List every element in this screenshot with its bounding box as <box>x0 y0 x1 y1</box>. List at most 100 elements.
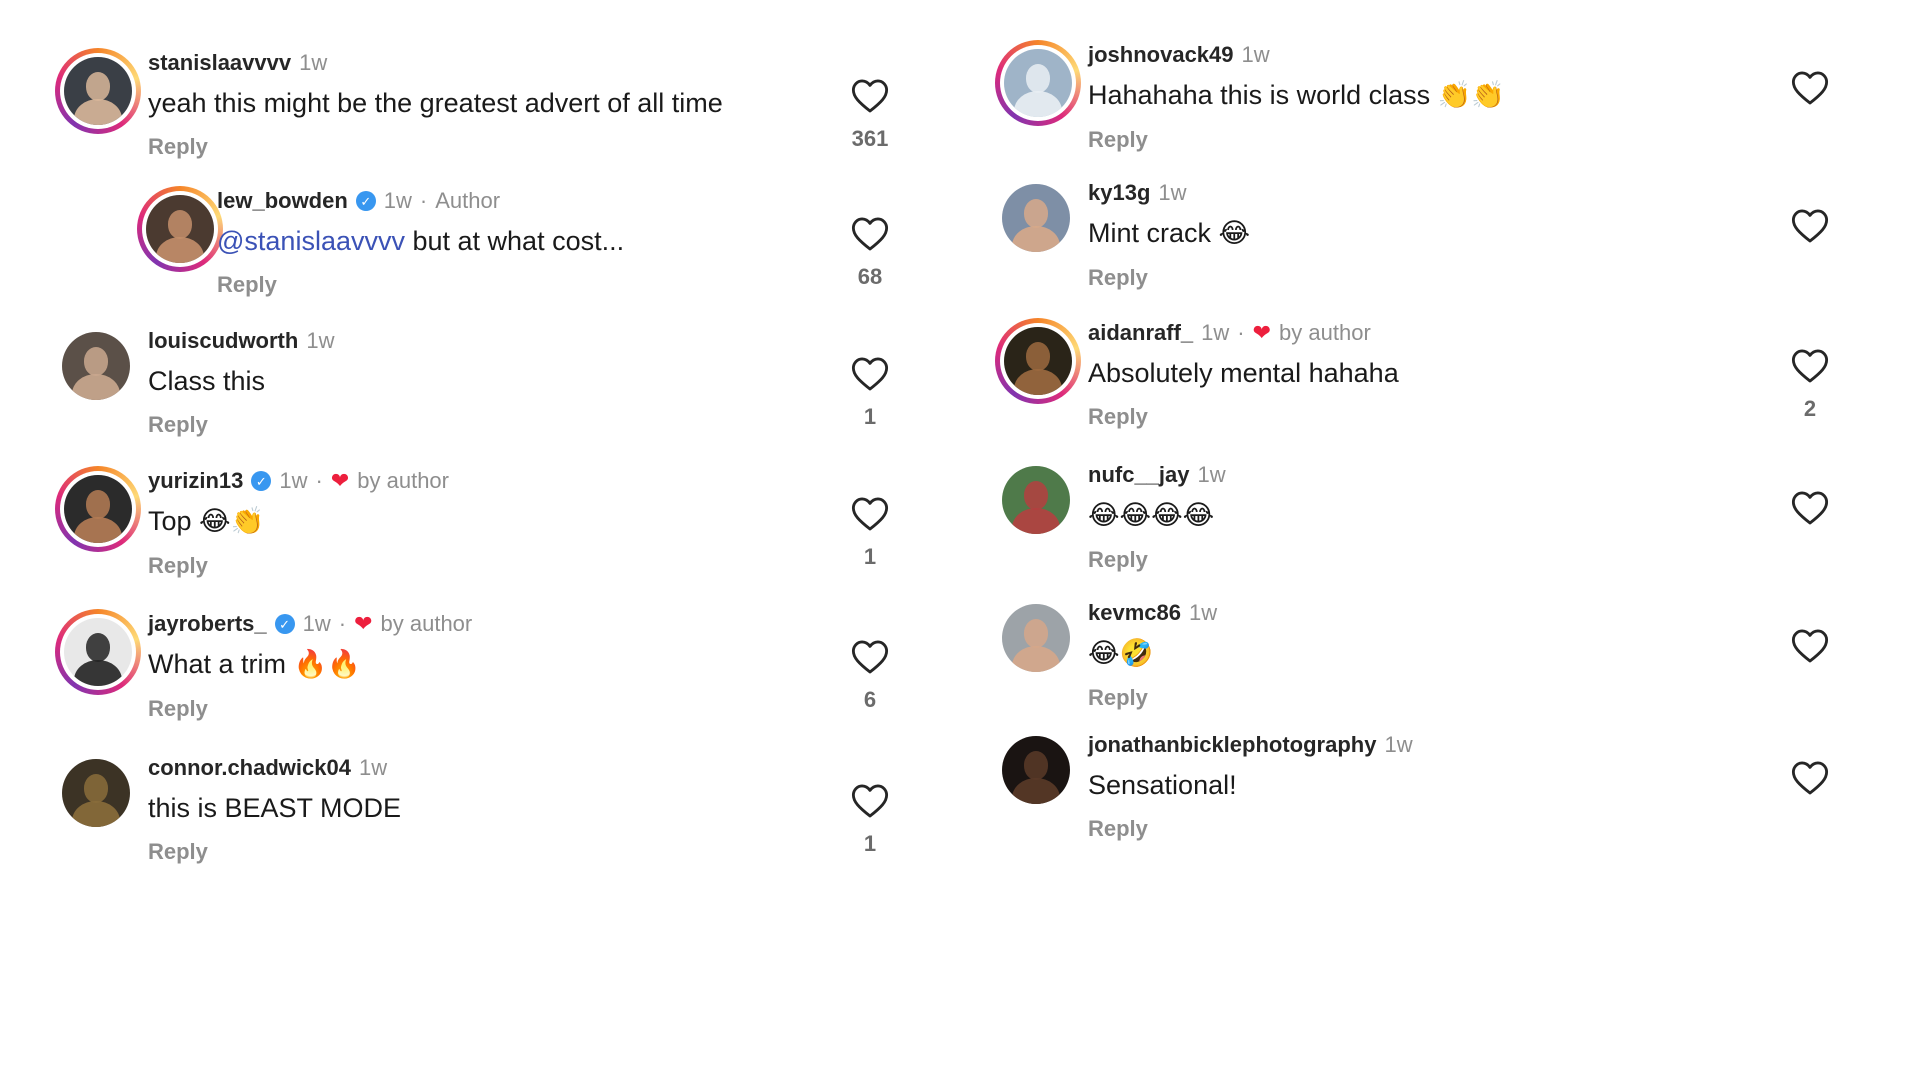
like-count: 68 <box>857 264 883 289</box>
reply-button[interactable]: Reply <box>1088 685 1148 711</box>
comment-meta: ky13g 1w <box>1088 178 1720 208</box>
avatar-ring[interactable] <box>60 757 132 829</box>
comment-text: What a trim 🔥🔥 <box>148 645 780 684</box>
avatar-face-shape <box>83 773 109 803</box>
heart-outline-icon[interactable] <box>851 496 889 532</box>
username-link[interactable]: jayroberts_ <box>148 609 267 639</box>
reply-button[interactable]: Reply <box>217 272 277 298</box>
avatar-ring[interactable] <box>1000 602 1072 674</box>
separator-dot: · <box>1237 320 1245 345</box>
username-link[interactable]: joshnovack49 <box>1088 40 1234 70</box>
comment-text: this is BEAST MODE <box>148 789 780 827</box>
avatar-ring[interactable] <box>60 330 132 402</box>
like-count: 361 <box>851 126 889 151</box>
heart-outline-icon[interactable] <box>1791 760 1829 796</box>
like-count: 1 <box>863 404 877 429</box>
avatar[interactable] <box>1002 604 1070 672</box>
reply-button[interactable]: Reply <box>148 839 208 865</box>
avatar-ring[interactable] <box>995 318 1081 404</box>
comment-content: louiscudworth 1w Class this Reply <box>148 326 780 438</box>
reply-button[interactable]: Reply <box>148 553 208 579</box>
mention-link[interactable]: @stanislaavvvv <box>217 226 405 256</box>
comment-item: ky13g 1w Mint crack 😂 Reply <box>940 178 1880 318</box>
avatar-ring[interactable] <box>55 609 141 695</box>
comment-text: Top 😂👏 <box>148 502 780 541</box>
comment-body: Hahahaha this is world class <box>1088 80 1438 110</box>
avatar[interactable] <box>64 618 132 686</box>
avatar-body-shape <box>73 99 123 125</box>
avatar[interactable] <box>1004 327 1072 395</box>
emoji-reaction: 😂🤣 <box>1088 638 1154 669</box>
comment-timestamp: 1w <box>279 468 308 493</box>
comment-timestamp: 1w <box>1158 180 1187 205</box>
comment-timestamp: 1w <box>1384 732 1413 757</box>
heart-outline-icon[interactable] <box>851 639 889 675</box>
comment-item: jayroberts_ ✓ 1w · ❤ by author What a trim 🔥🔥 R… <box>0 609 940 749</box>
comment-item: connor.chadwick04 1w this is BEAST MODE Rep… <box>0 753 940 893</box>
reply-button[interactable]: Reply <box>148 134 208 160</box>
username-link[interactable]: aidanraff_ <box>1088 318 1193 348</box>
comment-item: kevmc86 1w 😂🤣 Reply <box>940 598 1880 738</box>
heart-outline-icon[interactable] <box>1791 490 1829 526</box>
avatar-body-shape <box>73 660 123 686</box>
username-link[interactable]: louiscudworth <box>148 326 298 356</box>
username-link[interactable]: connor.chadwick04 <box>148 753 351 783</box>
username-link[interactable]: nufc__jay <box>1088 460 1190 490</box>
like-control <box>1780 208 1840 244</box>
username-link[interactable]: stanislaavvvv <box>148 48 291 78</box>
reply-button[interactable]: Reply <box>1088 547 1148 573</box>
heart-outline-icon[interactable] <box>1791 348 1829 384</box>
comment-content: joshnovack49 1w Hahahaha this is world cla… <box>1088 40 1720 153</box>
username-link[interactable]: jonathanbicklephotography <box>1088 730 1376 760</box>
avatar[interactable] <box>62 332 130 400</box>
avatar-face-shape <box>1025 341 1051 371</box>
comment-timestamp: 1w <box>358 755 388 780</box>
username-link[interactable]: yurizin13 <box>148 466 243 496</box>
like-control: 1 <box>840 783 900 857</box>
avatar-ring[interactable] <box>1000 464 1072 536</box>
heart-outline-icon[interactable] <box>1791 70 1829 106</box>
avatar-body-shape <box>71 801 121 827</box>
comment-body: Class this <box>148 366 266 396</box>
separator-dot: · <box>338 611 347 636</box>
comment-content: stanislaavvvv 1w yeah this might be the gr… <box>148 48 780 160</box>
comment-item: jonathanbicklephotography 1w Sensational! R… <box>940 730 1880 870</box>
avatar[interactable] <box>1002 466 1070 534</box>
username-link[interactable]: ky13g <box>1088 178 1150 208</box>
avatar-ring[interactable] <box>137 186 223 272</box>
heart-outline-icon[interactable] <box>1791 208 1829 244</box>
avatar-ring[interactable] <box>1000 734 1072 806</box>
reply-button[interactable]: Reply <box>148 412 208 438</box>
heart-outline-icon[interactable] <box>851 783 889 819</box>
avatar[interactable] <box>64 475 132 543</box>
avatar[interactable] <box>1002 736 1070 804</box>
emoji-reaction: 🔥🔥 <box>293 649 361 680</box>
avatar-ring[interactable] <box>55 466 141 552</box>
reply-button[interactable]: Reply <box>1088 816 1148 842</box>
comment-item: yurizin13 ✓ 1w · ❤ by author Top 😂👏 Reply 1 <box>0 466 940 606</box>
reply-button[interactable]: Reply <box>1088 265 1148 291</box>
heart-outline-icon[interactable] <box>851 356 889 392</box>
avatar-ring[interactable] <box>1000 182 1072 254</box>
comment-meta: joshnovack49 1w <box>1088 40 1720 70</box>
heart-filled-icon: ❤ <box>1252 320 1272 345</box>
reply-button[interactable]: Reply <box>148 696 208 722</box>
heart-outline-icon[interactable] <box>1791 628 1829 664</box>
reply-button[interactable]: Reply <box>1088 404 1148 430</box>
avatar[interactable] <box>1002 184 1070 252</box>
username-link[interactable]: lew_bowden <box>217 186 348 216</box>
avatar-ring[interactable] <box>55 48 141 134</box>
avatar[interactable] <box>1004 49 1072 117</box>
comment-item: joshnovack49 1w Hahahaha this is world cla… <box>940 40 1880 180</box>
avatar[interactable] <box>64 57 132 125</box>
avatar-ring[interactable] <box>995 40 1081 126</box>
comment-body: but at what cost... <box>404 226 625 256</box>
heart-outline-icon[interactable] <box>851 216 889 252</box>
username-link[interactable]: kevmc86 <box>1088 598 1181 628</box>
avatar[interactable] <box>146 195 214 263</box>
avatar-body-shape <box>155 237 205 263</box>
emoji-reaction: 😂😂😂😂 <box>1088 500 1215 531</box>
reply-button[interactable]: Reply <box>1088 127 1148 153</box>
heart-outline-icon[interactable] <box>851 78 889 114</box>
avatar[interactable] <box>62 759 130 827</box>
